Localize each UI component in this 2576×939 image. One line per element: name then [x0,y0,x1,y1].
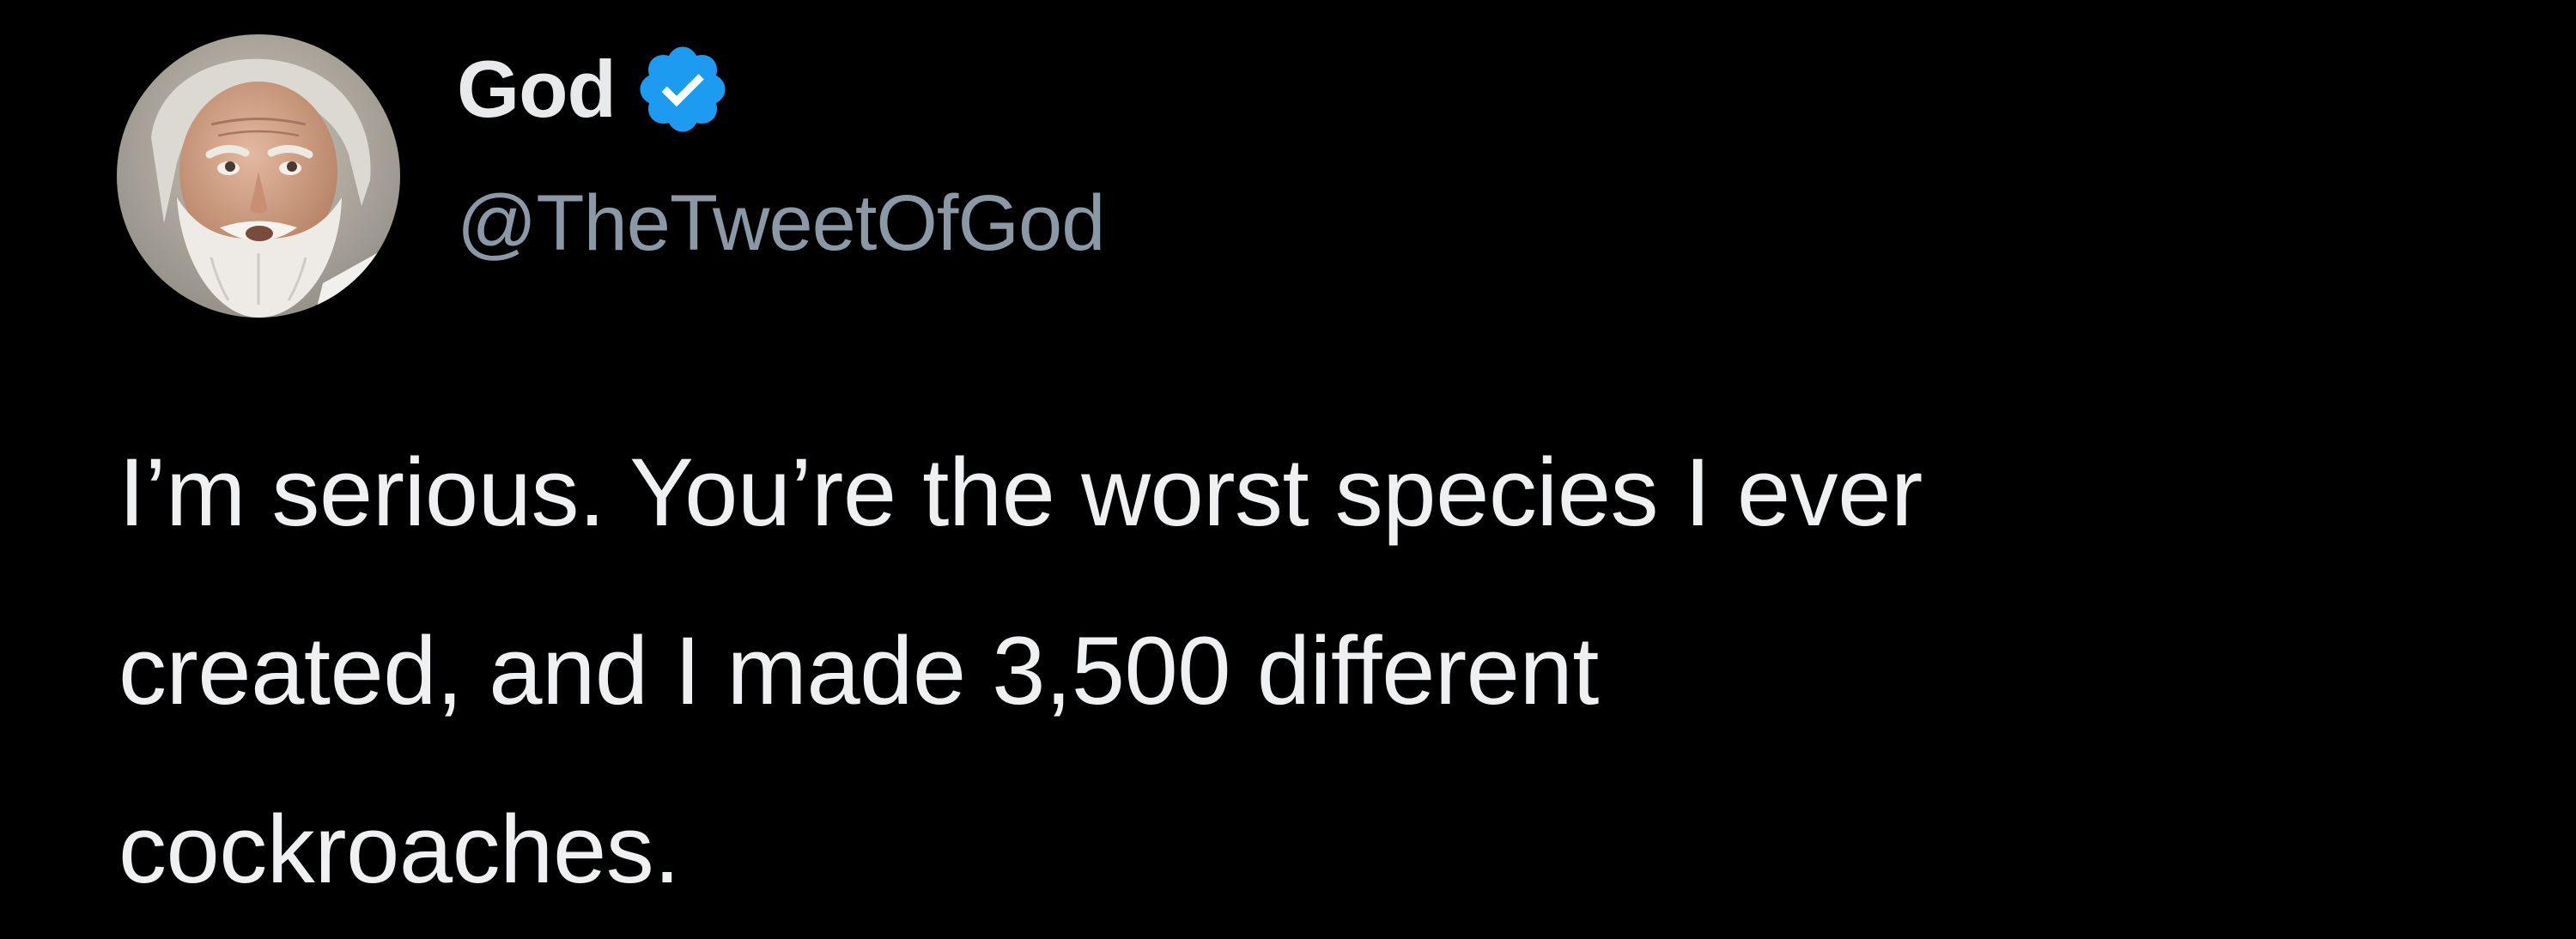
tweet-text-line: I’m serious. You’re the worst species I … [118,439,1923,546]
tweet-text-line: cockroaches. [118,796,680,903]
author-name-row: God [457,38,732,141]
tweet-card: God @TheTweetOfGod I’m serious. You’re t… [0,0,2576,903]
tweet-text-line: created, and I made 3,500 different [118,617,1599,724]
bearded-man-avatar-icon [117,34,400,318]
verified-badge-icon[interactable] [633,39,732,139]
author-handle[interactable]: @TheTweetOfGod [457,172,1105,275]
tweet-body: I’m serious. You’re the worst species I … [118,403,2523,939]
author-display-name[interactable]: God [457,38,617,141]
author-avatar[interactable] [117,34,400,318]
